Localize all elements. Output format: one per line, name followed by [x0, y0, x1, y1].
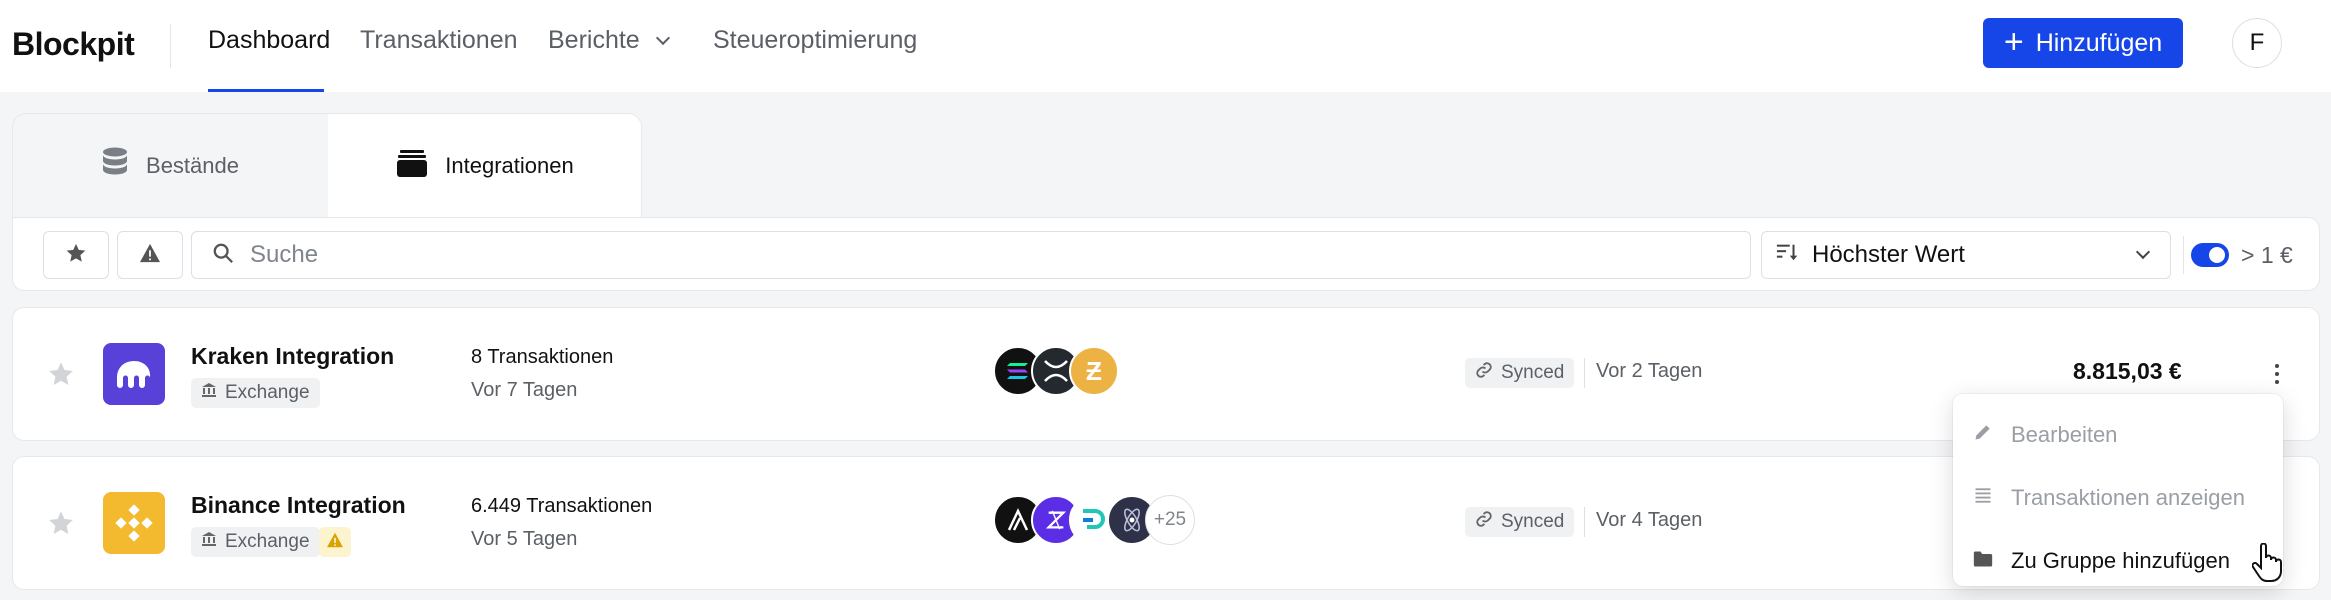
- menu-item-label: Transaktionen anzeigen: [2011, 485, 2246, 510]
- user-avatar[interactable]: F: [2232, 18, 2282, 68]
- toolbar-divider: [2183, 236, 2184, 274]
- star-icon: [65, 242, 87, 269]
- nav-steueroptimierung[interactable]: Steueroptimierung: [713, 26, 917, 55]
- filter-toolbar: Höchster Wert > 1 €: [12, 217, 2320, 291]
- search-icon: [212, 242, 234, 269]
- view-tabs: Bestände Integrationen: [12, 113, 642, 217]
- integration-name: Kraken Integration: [191, 343, 395, 369]
- sync-divider: [1584, 507, 1585, 537]
- sync-status-label: Synced: [1501, 362, 1565, 383]
- menu-item-label: Zu Gruppe hinzufügen: [2011, 548, 2230, 573]
- folder-icon: [1973, 548, 1993, 574]
- sync-time: Vor 4 Tagen: [1596, 509, 1703, 531]
- transaction-count: 8 Transaktionen: [471, 346, 614, 368]
- sync-status-badge: Synced: [1465, 507, 1575, 537]
- exchange-badge: Exchange: [191, 378, 320, 408]
- transaction-count: 6.449 Transaktionen: [471, 495, 653, 517]
- chevron-down-icon: [655, 30, 670, 46]
- sort-icon: [1776, 241, 1798, 270]
- link-icon: [1475, 361, 1493, 385]
- list-icon: [1973, 485, 1993, 511]
- exchange-badge-label: Exchange: [225, 531, 310, 552]
- menu-item-zu-gruppe-hinzufuegen[interactable]: Zu Gruppe hinzufügen: [1953, 532, 2283, 590]
- add-button[interactable]: + Hinzufügen: [1983, 18, 2183, 68]
- sort-select[interactable]: Höchster Wert: [1761, 231, 2171, 279]
- threshold-toggle[interactable]: [2191, 243, 2229, 267]
- warning-icon: [139, 243, 161, 268]
- more-options-icon[interactable]: [2267, 354, 2287, 394]
- row-context-menu: Bearbeiten Transaktionen anzeigen Zu Gru…: [1953, 394, 2283, 586]
- warnings-filter-button[interactable]: [117, 231, 183, 279]
- favorite-star-icon[interactable]: [47, 360, 75, 393]
- hand-cursor-icon: [2251, 542, 2284, 588]
- wallet-icon: [397, 149, 428, 183]
- sync-time: Vor 2 Tagen: [1596, 360, 1703, 382]
- nav-transaktionen[interactable]: Transaktionen: [360, 26, 518, 55]
- header-divider: [170, 24, 171, 68]
- add-button-label: Hinzufügen: [2035, 28, 2163, 57]
- nav-active-indicator: [208, 89, 324, 92]
- blockpit-logo[interactable]: Blockpit: [12, 26, 135, 63]
- zcash-coin-icon: Ƶ: [1069, 346, 1119, 396]
- toggle-knob: [2209, 247, 2225, 263]
- warning-icon: [326, 532, 344, 553]
- more-coins-count: +25: [1145, 495, 1195, 545]
- exchange-badge: Exchange: [191, 527, 320, 557]
- bank-icon: [201, 531, 217, 553]
- transaction-date: Vor 5 Tagen: [471, 528, 578, 550]
- favorites-filter-button[interactable]: [43, 231, 109, 279]
- integration-name: Binance Integration: [191, 492, 406, 518]
- menu-item-bearbeiten[interactable]: Bearbeiten: [1953, 406, 2283, 464]
- pencil-icon: [1973, 422, 1993, 448]
- nav-dashboard[interactable]: Dashboard: [208, 26, 330, 55]
- database-icon: [102, 147, 128, 185]
- nav-berichte-label: Berichte: [548, 26, 640, 54]
- chevron-down-icon: [2135, 244, 2151, 260]
- link-icon: [1475, 510, 1493, 534]
- sync-status-label: Synced: [1501, 511, 1565, 532]
- plus-icon: +: [2003, 22, 2024, 61]
- warning-badge[interactable]: [319, 527, 351, 557]
- menu-item-label: Bearbeiten: [2011, 422, 2118, 447]
- sort-select-value: Höchster Wert: [1812, 241, 1965, 268]
- menu-item-transaktionen-anzeigen[interactable]: Transaktionen anzeigen: [1953, 469, 2283, 527]
- search-field[interactable]: [191, 231, 1751, 279]
- tab-integrationen-label: Integrationen: [445, 153, 574, 178]
- integration-value: 8.815,03 €: [2073, 358, 2182, 384]
- tab-bestaende-label: Bestände: [146, 153, 239, 178]
- tab-bestaende[interactable]: Bestände: [13, 114, 328, 217]
- transaction-date: Vor 7 Tagen: [471, 379, 578, 401]
- search-input[interactable]: [250, 241, 1650, 269]
- kraken-logo-icon: [103, 343, 165, 405]
- favorite-star-icon[interactable]: [47, 509, 75, 542]
- nav-berichte[interactable]: Berichte: [548, 26, 670, 55]
- zcash-glyph: Ƶ: [1086, 355, 1102, 386]
- top-header: Blockpit Dashboard Transaktionen Bericht…: [0, 0, 2331, 92]
- sync-divider: [1584, 358, 1585, 388]
- binance-logo-icon: [103, 492, 165, 554]
- exchange-badge-label: Exchange: [225, 382, 310, 403]
- sync-status-badge: Synced: [1465, 358, 1575, 388]
- tab-integrationen[interactable]: Integrationen: [328, 114, 641, 217]
- threshold-label: > 1 €: [2241, 242, 2293, 268]
- bank-icon: [201, 382, 217, 404]
